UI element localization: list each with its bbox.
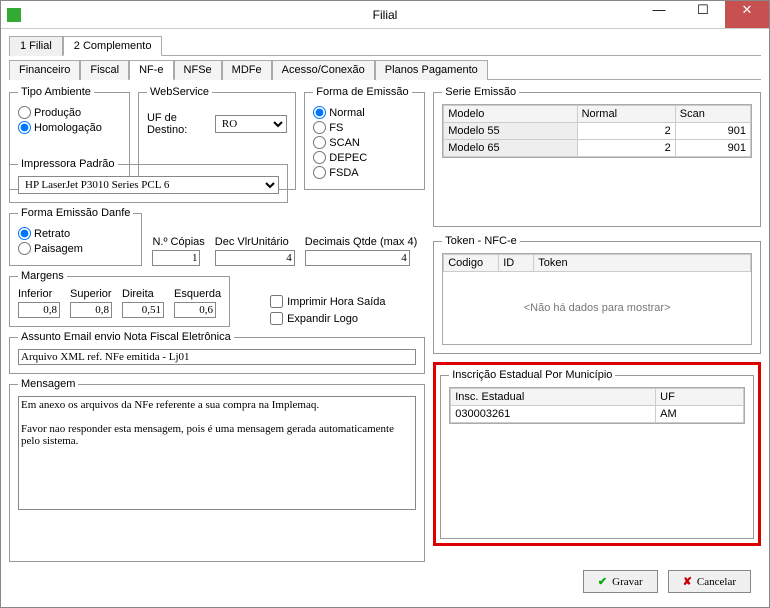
group-margens: Margens Inferior Superior Direita Esquer…: [9, 270, 230, 327]
radio-normal[interactable]: [313, 106, 326, 119]
window-title: Filial: [373, 8, 398, 22]
sub-tabs: Financeiro Fiscal NF-e NFSe MDFe Acesso/…: [9, 59, 761, 80]
table-row[interactable]: Modelo 65 2 901: [444, 140, 751, 157]
label-uf-destino: UF de Destino:: [147, 112, 205, 136]
table-row[interactable]: Modelo 55 2 901: [444, 123, 751, 140]
subtab-nfse[interactable]: NFSe: [174, 60, 222, 80]
subtab-fiscal[interactable]: Fiscal: [80, 60, 129, 80]
textarea-mensagem[interactable]: Em anexo os arquivos da NFe referente a …: [18, 396, 416, 510]
label-dec-vlr: Dec VlrUnitário: [215, 236, 289, 248]
table-row[interactable]: 030003261 AM: [451, 406, 744, 423]
subtab-financeiro[interactable]: Financeiro: [9, 60, 80, 80]
group-impressora: Impressora Padrão HP LaserJet P3010 Seri…: [9, 158, 288, 203]
radio-fsda[interactable]: [313, 166, 326, 179]
check-impr-hora[interactable]: [270, 295, 283, 308]
subtab-planos[interactable]: Planos Pagamento: [375, 60, 488, 80]
group-inscricao: Inscrição Estadual Por Município Insc. E…: [440, 369, 754, 539]
subtab-acesso[interactable]: Acesso/Conexão: [272, 60, 375, 80]
token-empty-msg: <Não há dados para mostrar>: [443, 272, 751, 344]
group-danfe: Forma Emissão Danfe Retrato Paisagem: [9, 207, 142, 266]
highlight-inscricao: Inscrição Estadual Por Município Insc. E…: [433, 362, 761, 546]
input-margem-dir[interactable]: [122, 302, 164, 318]
select-uf-destino[interactable]: RO: [215, 115, 287, 133]
gravar-button[interactable]: ✔ Gravar: [583, 570, 658, 593]
radio-retrato[interactable]: [18, 227, 31, 240]
radio-paisagem[interactable]: [18, 242, 31, 255]
input-margem-sup[interactable]: [70, 302, 112, 318]
subtab-mdfe[interactable]: MDFe: [222, 60, 272, 80]
input-assunto[interactable]: [18, 349, 416, 365]
input-dec-qtde[interactable]: [305, 250, 410, 266]
cancelar-button[interactable]: ✘ Cancelar: [668, 570, 751, 593]
main-tabs: 1 Filial 2 Complemento: [9, 35, 761, 56]
maximize-button[interactable]: ☐: [681, 1, 725, 21]
group-serie-emissao: Serie Emissão Modelo Normal Scan Modelo …: [433, 86, 761, 227]
input-margem-esq[interactable]: [174, 302, 216, 318]
input-margem-inf[interactable]: [18, 302, 60, 318]
check-icon: ✔: [598, 575, 607, 588]
radio-producao[interactable]: [18, 106, 31, 119]
select-impressora[interactable]: HP LaserJet P3010 Series PCL 6: [18, 176, 279, 194]
subtab-nfe[interactable]: NF-e: [129, 60, 173, 80]
minimize-button[interactable]: —: [637, 1, 681, 21]
group-forma-emissao: Forma de Emissão Normal FS SCAN DEPEC FS…: [304, 86, 425, 190]
group-mensagem: Mensagem Em anexo os arquivos da NFe ref…: [9, 378, 425, 562]
radio-homologacao[interactable]: [18, 121, 31, 134]
input-dec-vlr[interactable]: [215, 250, 295, 266]
app-icon: [7, 8, 21, 22]
x-icon: ✘: [683, 575, 692, 588]
label-dec-qtde: Decimais Qtde (max 4): [305, 236, 417, 248]
label-copias: N.º Cópias: [152, 236, 204, 248]
group-assunto: Assunto Email envio Nota Fiscal Eletrôni…: [9, 331, 425, 374]
tab-filial[interactable]: 1 Filial: [9, 36, 63, 56]
radio-scan[interactable]: [313, 136, 326, 149]
radio-fs[interactable]: [313, 121, 326, 134]
check-exp-logo[interactable]: [270, 312, 283, 325]
tab-complemento[interactable]: 2 Complemento: [63, 36, 163, 56]
radio-depec[interactable]: [313, 151, 326, 164]
input-copias[interactable]: [152, 250, 200, 266]
close-button[interactable]: ✕: [725, 1, 769, 28]
titlebar: Filial — ☐ ✕: [1, 1, 769, 29]
group-token: Token - NFC-e Codigo ID Token <Não há da…: [433, 235, 761, 354]
